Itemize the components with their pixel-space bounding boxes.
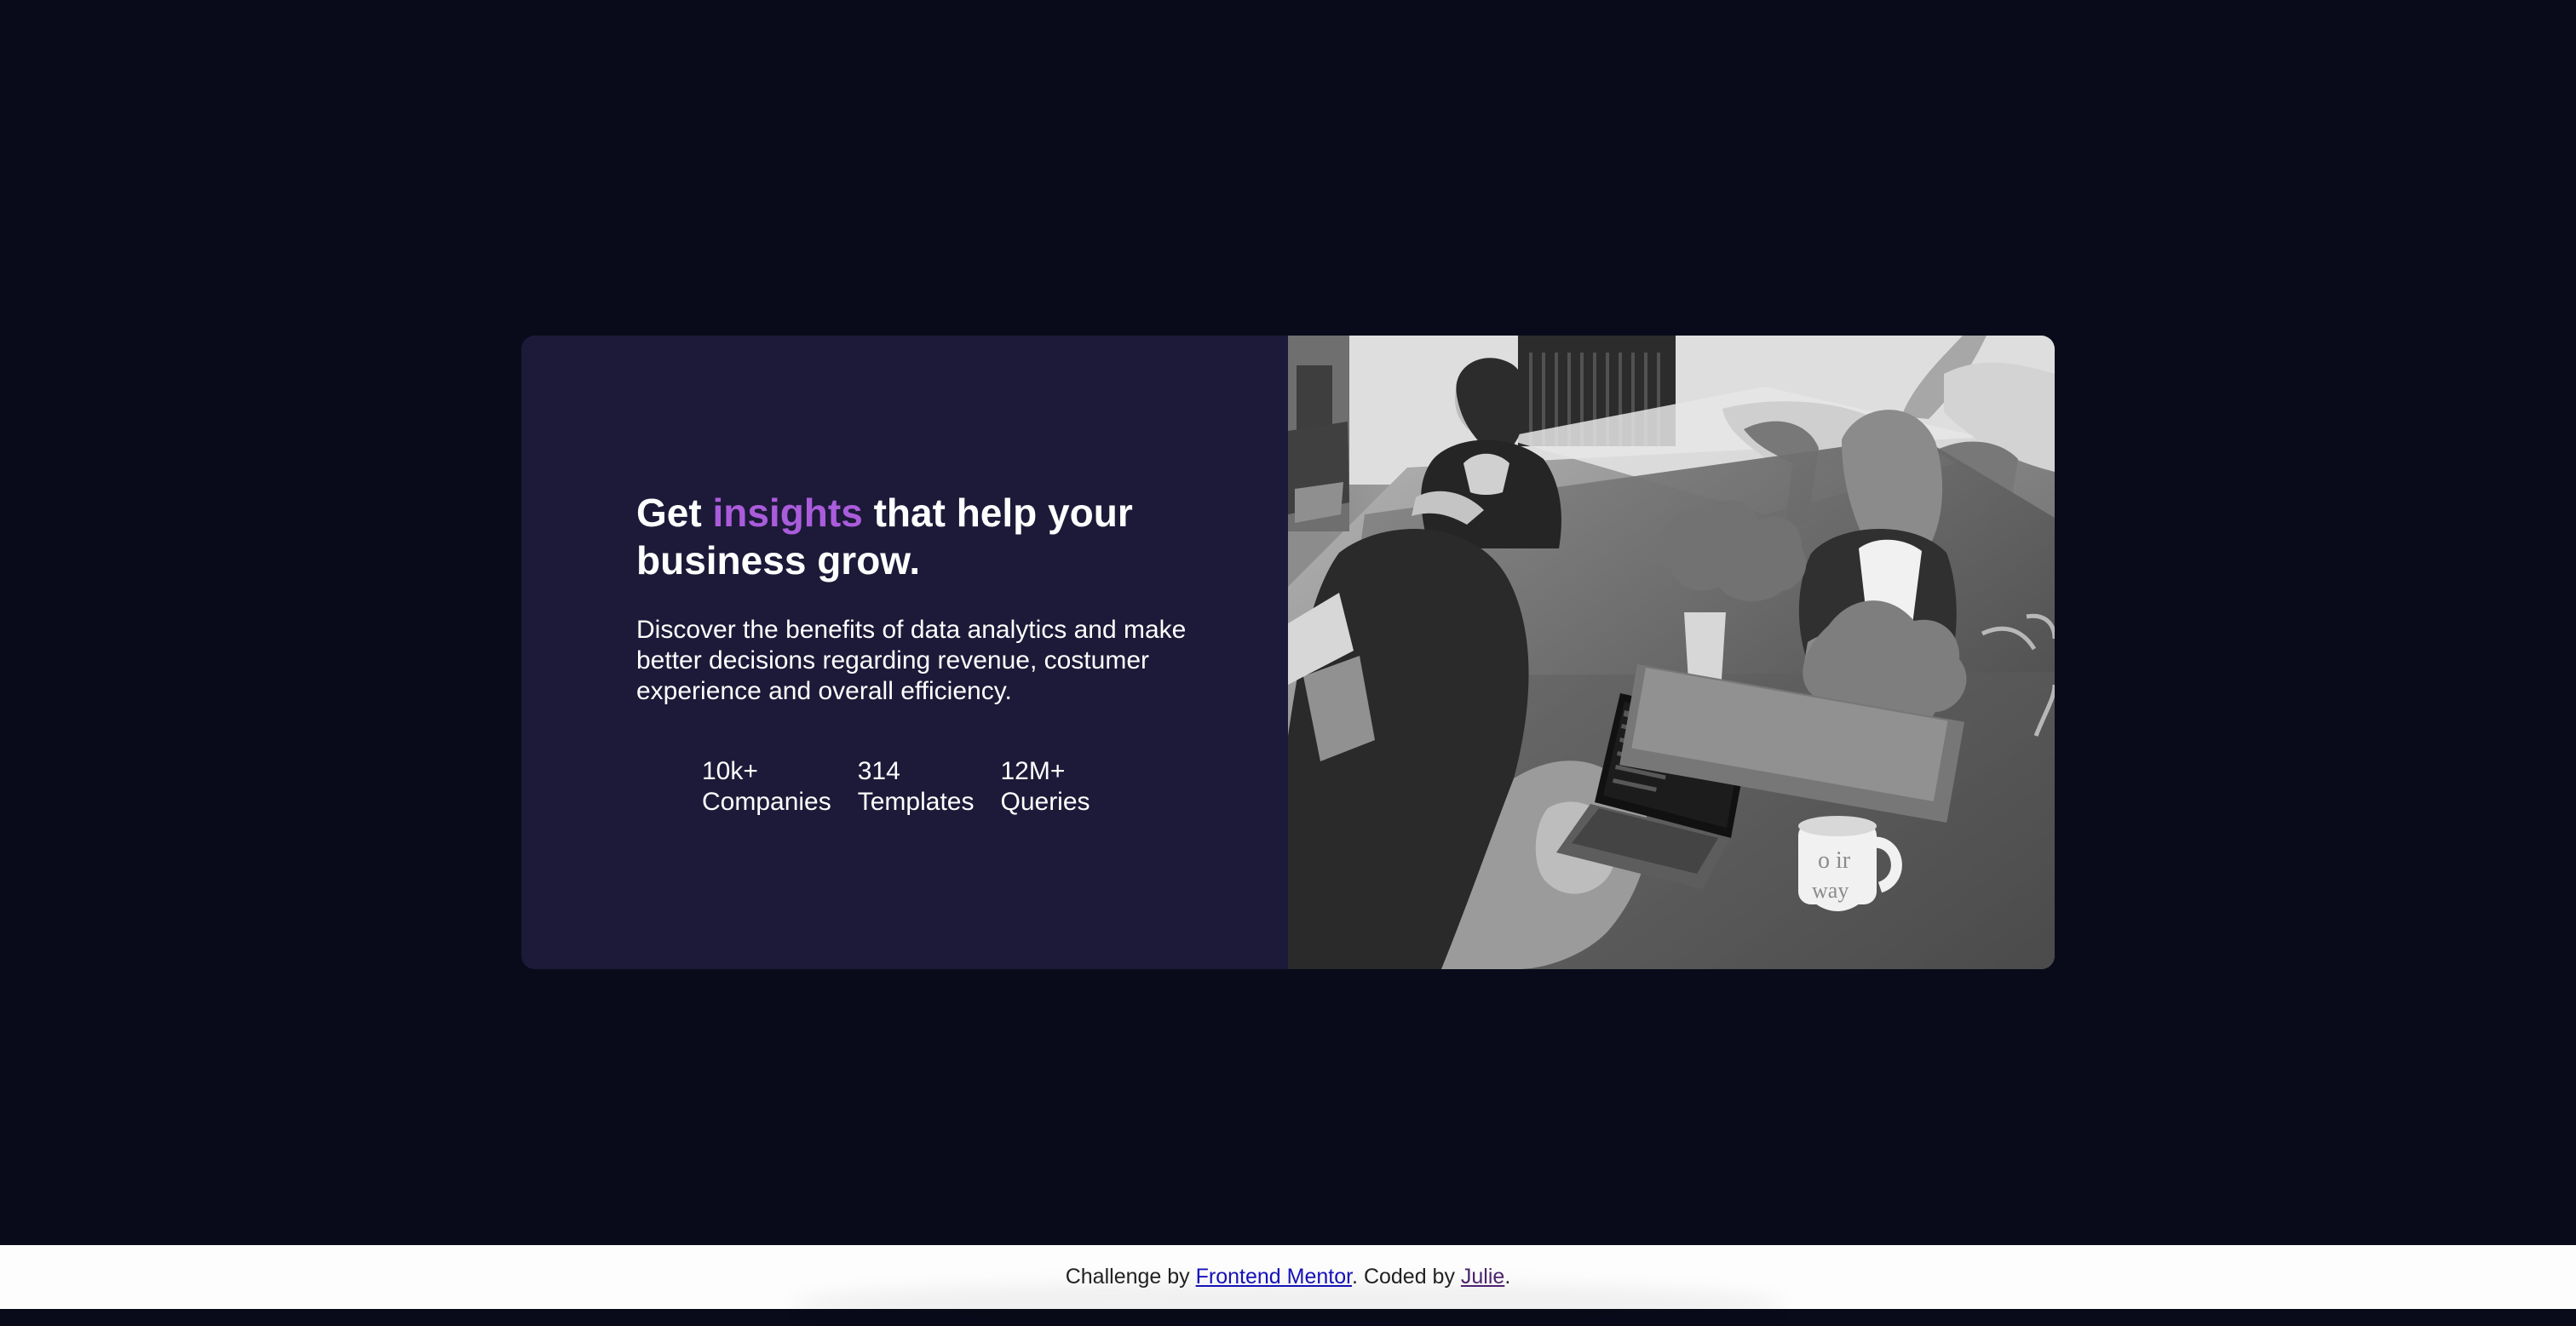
card-content: Get insights that help your business gro… — [521, 336, 1288, 969]
stat-label: Companies — [702, 788, 831, 816]
attribution-prefix: Challenge by — [1065, 1265, 1196, 1289]
stat-queries: 12M+ Queries — [1000, 756, 1090, 818]
office-photo: o ir way — [1288, 336, 2055, 969]
author-link[interactable]: Julie — [1461, 1265, 1504, 1289]
stat-companies: 10k+ Companies — [702, 756, 831, 818]
office-photo-illustration: o ir way — [1288, 336, 2055, 969]
stat-value: 12M+ — [1000, 757, 1066, 785]
stat-label: Templates — [857, 788, 975, 816]
attribution-text: Challenge by Frontend Mentor. Coded by J… — [1066, 1265, 1511, 1289]
page-background: Get insights that help your business gro… — [0, 0, 2576, 1245]
headline-text-start: Get — [636, 491, 713, 535]
hero-description: Discover the benefits of data analytics … — [636, 616, 1187, 705]
stats-preview-card: Get insights that help your business gro… — [521, 336, 2055, 969]
stat-value: 314 — [857, 757, 900, 785]
attribution-footer: Challenge by Frontend Mentor. Coded by J… — [0, 1245, 2576, 1326]
stat-label: Queries — [1000, 788, 1090, 816]
svg-text:way: way — [1812, 878, 1849, 903]
page-title: Get insights that help your business gro… — [636, 489, 1199, 584]
stat-templates: 314 Templates — [858, 756, 975, 818]
headline-accent-word: insights — [712, 491, 863, 535]
frontend-mentor-link[interactable]: Frontend Mentor — [1196, 1265, 1352, 1289]
stat-value: 10k+ — [702, 757, 758, 785]
attribution-suffix: . — [1504, 1265, 1511, 1289]
attribution-middle: . Coded by — [1352, 1265, 1461, 1289]
stats-list: 10k+ Companies 314 Templates 12M+ Querie… — [702, 756, 1090, 818]
svg-text:o ir: o ir — [1818, 847, 1851, 874]
